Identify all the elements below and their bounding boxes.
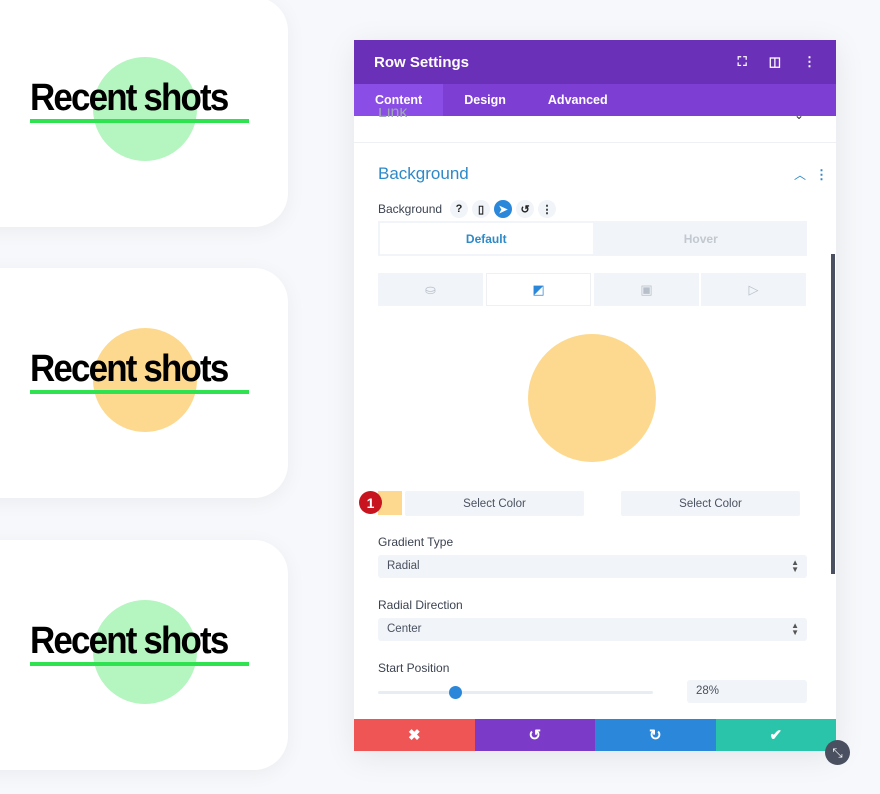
underline: [30, 662, 249, 666]
select-color-button-1[interactable]: Select Color: [405, 491, 584, 516]
image-icon: ▣: [640, 281, 653, 297]
paint-bucket-icon: ⛀: [425, 281, 436, 297]
panel-title: Row Settings: [374, 53, 470, 71]
step-badge: 1: [359, 491, 382, 514]
bg-image-tab[interactable]: ▣: [594, 273, 699, 306]
scrollbar[interactable]: [831, 254, 835, 574]
card-3: Recent shots: [0, 540, 288, 770]
gradient-icon: ◩: [532, 281, 545, 297]
redo-button[interactable]: ↻: [595, 719, 716, 751]
underline: [30, 390, 249, 394]
start-position-input[interactable]: 28%: [687, 680, 807, 703]
link-section-toggle[interactable]: Link: [378, 108, 407, 124]
underline: [30, 119, 249, 123]
tabs: Content Design Advanced: [354, 84, 836, 116]
section-title[interactable]: Background: [378, 164, 469, 184]
tab-hover[interactable]: Hover: [595, 221, 808, 256]
start-position-label: Start Position: [378, 661, 450, 675]
reset-icon[interactable]: ↺: [516, 200, 535, 218]
divider: [354, 142, 836, 143]
options-icon[interactable]: ⋮: [538, 200, 557, 218]
mobile-icon[interactable]: ▯: [472, 200, 491, 218]
radial-direction-select[interactable]: Center ▲ ▼: [378, 618, 807, 641]
slider-handle[interactable]: [448, 686, 462, 699]
gradient-preview: [528, 334, 656, 462]
select-color-button-2[interactable]: Select Color: [621, 491, 800, 516]
redo-icon: ↻: [648, 727, 662, 744]
check-icon: ✔: [769, 727, 783, 744]
card-1: Recent shots: [0, 0, 288, 227]
card-2: Recent shots: [0, 268, 288, 498]
resize-icon[interactable]: ⤡: [825, 740, 850, 765]
state-tabs: Default Hover: [378, 221, 807, 256]
card-heading: Recent shots: [30, 348, 229, 390]
chevron-down-icon[interactable]: ⌄: [794, 108, 804, 122]
section-more-icon[interactable]: ⋮: [815, 167, 828, 183]
bg-gradient-tab[interactable]: ◩: [486, 273, 591, 306]
fullscreen-icon[interactable]: ⛶: [738, 54, 747, 70]
start-position-slider[interactable]: [378, 691, 653, 694]
cancel-button[interactable]: ✖: [354, 719, 475, 751]
card-heading: Recent shots: [30, 620, 229, 662]
close-icon: ✖: [407, 727, 421, 744]
cursor-icon[interactable]: ➤: [494, 200, 513, 218]
gradient-type-value: Radial: [387, 560, 420, 572]
footer-actions: ✖ ↺ ↻ ✔: [354, 719, 836, 751]
row-settings-panel: Row Settings ⛶ ◫ ⋮ Content Design Advanced…: [354, 40, 836, 751]
video-icon: ▷: [748, 281, 759, 297]
bg-video-tab[interactable]: ▷: [701, 273, 806, 306]
more-icon[interactable]: ⋮: [803, 54, 816, 70]
chevron-up-icon[interactable]: ︿: [794, 166, 806, 183]
gradient-type-select[interactable]: Radial ▲ ▼: [378, 555, 807, 578]
gradient-type-label: Gradient Type: [378, 535, 454, 549]
select-arrows-icon: ▲ ▼: [791, 621, 799, 637]
tab-advanced[interactable]: Advanced: [527, 84, 629, 116]
save-button[interactable]: ✔: [715, 719, 836, 751]
tab-default[interactable]: Default: [380, 223, 593, 254]
background-label: Background: [378, 202, 443, 216]
help-icon[interactable]: ?: [450, 200, 469, 218]
tab-design[interactable]: Design: [443, 84, 527, 116]
bg-color-tab[interactable]: ⛀: [378, 273, 483, 306]
sidebar-icon[interactable]: ◫: [769, 54, 781, 70]
panel-header: Row Settings ⛶ ◫ ⋮: [354, 40, 836, 84]
background-label-row: Background ? ▯ ➤ ↺ ⋮: [378, 200, 557, 218]
select-arrows-icon: ▲ ▼: [791, 558, 799, 574]
radial-direction-label: Radial Direction: [378, 598, 463, 612]
radial-direction-value: Center: [387, 623, 422, 635]
card-heading: Recent shots: [30, 77, 229, 119]
undo-icon: ↺: [528, 727, 542, 744]
undo-button[interactable]: ↺: [474, 719, 595, 751]
